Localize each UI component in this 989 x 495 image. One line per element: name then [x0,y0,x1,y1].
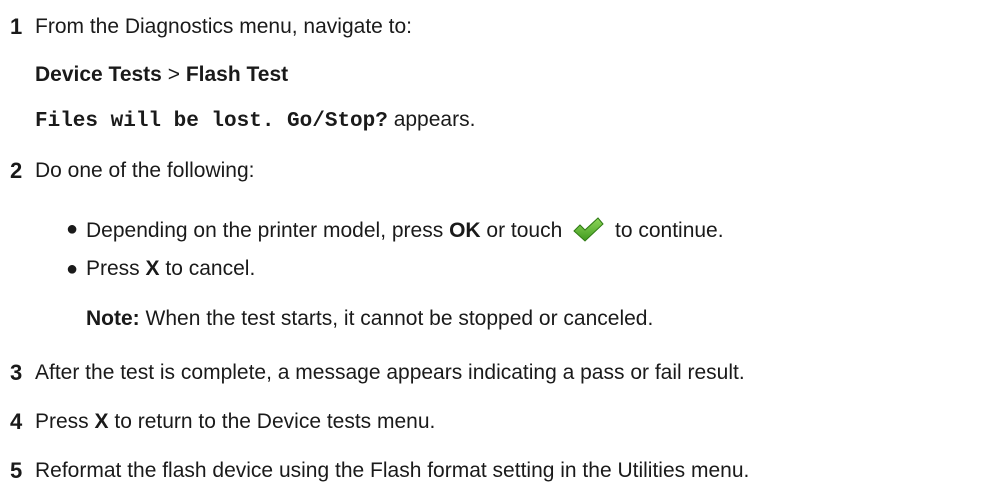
message-suffix: appears. [393,108,476,131]
step-text: Do one of the following: [35,158,254,184]
message-line: Files will be lost. Go/Stop? appears. [35,107,475,135]
screen-message: Files will be lost. Go/Stop? [35,110,388,133]
step-number: 2 [10,158,23,183]
checkmark-icon [573,217,604,242]
bullet-dot: ● [66,218,79,240]
step-text: Reformat the flash device using the Flas… [35,458,749,484]
ok-button-label: OK [449,219,481,242]
menu-path-separator: > [167,63,180,86]
list-item: Press X to cancel. [86,256,255,282]
step-text: From the Diagnostics menu, navigate to: [35,14,412,40]
menu-path-flash-test: Flash Test [185,63,289,86]
menu-path-device-tests: Device Tests [35,63,162,86]
step-number: 5 [10,458,23,483]
list-item: Depending on the printer model, press OK… [86,216,724,244]
x-button-label: X [94,410,109,433]
step-text: Press X to return to the Device tests me… [35,409,435,435]
bullet-text: Press [86,257,140,280]
step-4-text: Press [35,410,89,433]
step-number: 3 [10,360,23,385]
bullet-text: to continue. [614,219,724,242]
bullet-text: Depending on the printer model, press [86,219,444,242]
bullet-text: or touch [486,219,563,242]
step-text: After the test is complete, a message ap… [35,360,745,386]
step-5-instruction: Reformat the flash device using the Flas… [35,459,750,482]
step-2-instruction: Do one of the following: [35,159,255,182]
step-4-text: to return to the Device tests menu. [114,410,436,433]
menu-path: Device Tests > Flash Test [35,62,288,88]
x-button-label: X [145,257,160,280]
bullet-dot: ● [66,258,79,280]
note-label: Note: [86,307,140,330]
note-text: When the test starts, it cannot be stopp… [145,307,654,330]
step-number: 1 [10,14,23,39]
note: Note: When the test starts, it cannot be… [86,306,653,332]
step-3-instruction: After the test is complete, a message ap… [35,361,745,384]
step-number: 4 [10,409,23,434]
step-1-instruction: From the Diagnostics menu, navigate to: [35,15,413,38]
bullet-text: to cancel. [165,257,256,280]
